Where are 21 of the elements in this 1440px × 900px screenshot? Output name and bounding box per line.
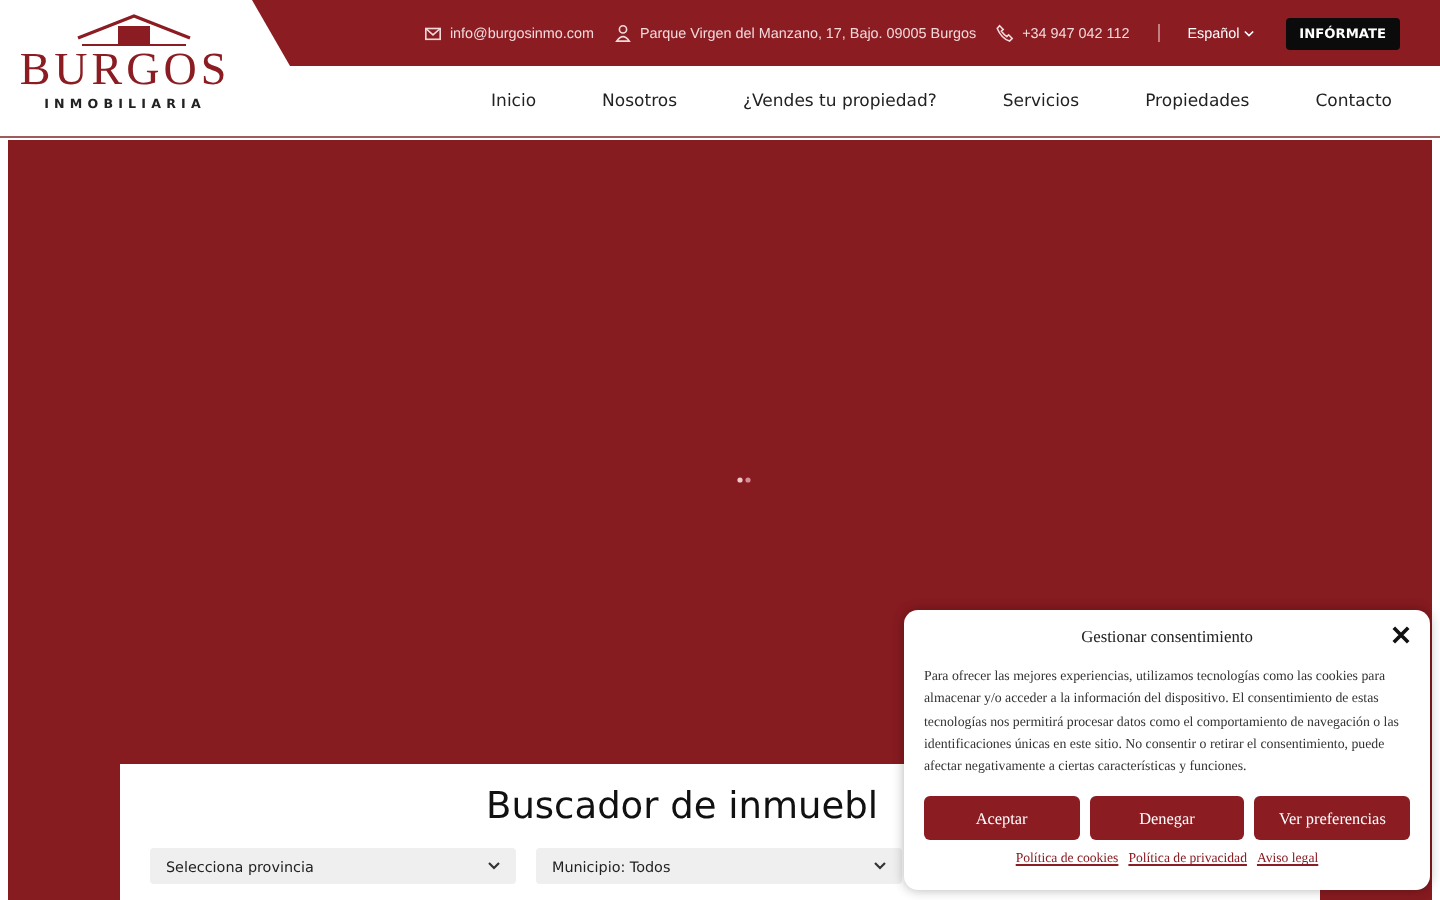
nav-link[interactable]: ¿Vendes tu propiedad? xyxy=(743,91,937,111)
nav-link[interactable]: Nosotros xyxy=(602,91,678,111)
nav-link[interactable]: Propiedades xyxy=(1145,91,1250,111)
nav-link[interactable]: Inicio xyxy=(491,91,537,111)
person-icon xyxy=(613,24,632,42)
search-heading: Buscador de inmuebl xyxy=(486,784,878,832)
chevron-down-icon xyxy=(874,862,886,870)
chevron-down-icon xyxy=(1243,29,1254,37)
phone-icon xyxy=(996,24,1015,42)
house-roof-icon xyxy=(73,10,193,46)
dialog-title: Gestionar consentimiento xyxy=(1081,627,1253,645)
consent-button[interactable]: Aceptar xyxy=(924,796,1080,841)
nav-link[interactable]: Servicios xyxy=(1002,91,1080,111)
envelope-icon xyxy=(423,24,442,42)
consent-button[interactable]: Denegar xyxy=(1089,796,1245,841)
chevron-down-icon xyxy=(488,862,500,870)
nav-link[interactable]: Contacto xyxy=(1315,91,1392,111)
loading-icon xyxy=(736,476,756,484)
close-icon[interactable] xyxy=(1392,626,1410,644)
consent-button[interactable]: Ver preferencias xyxy=(1254,796,1411,841)
logo-wordmark[interactable]: BURGOS xyxy=(19,48,231,92)
